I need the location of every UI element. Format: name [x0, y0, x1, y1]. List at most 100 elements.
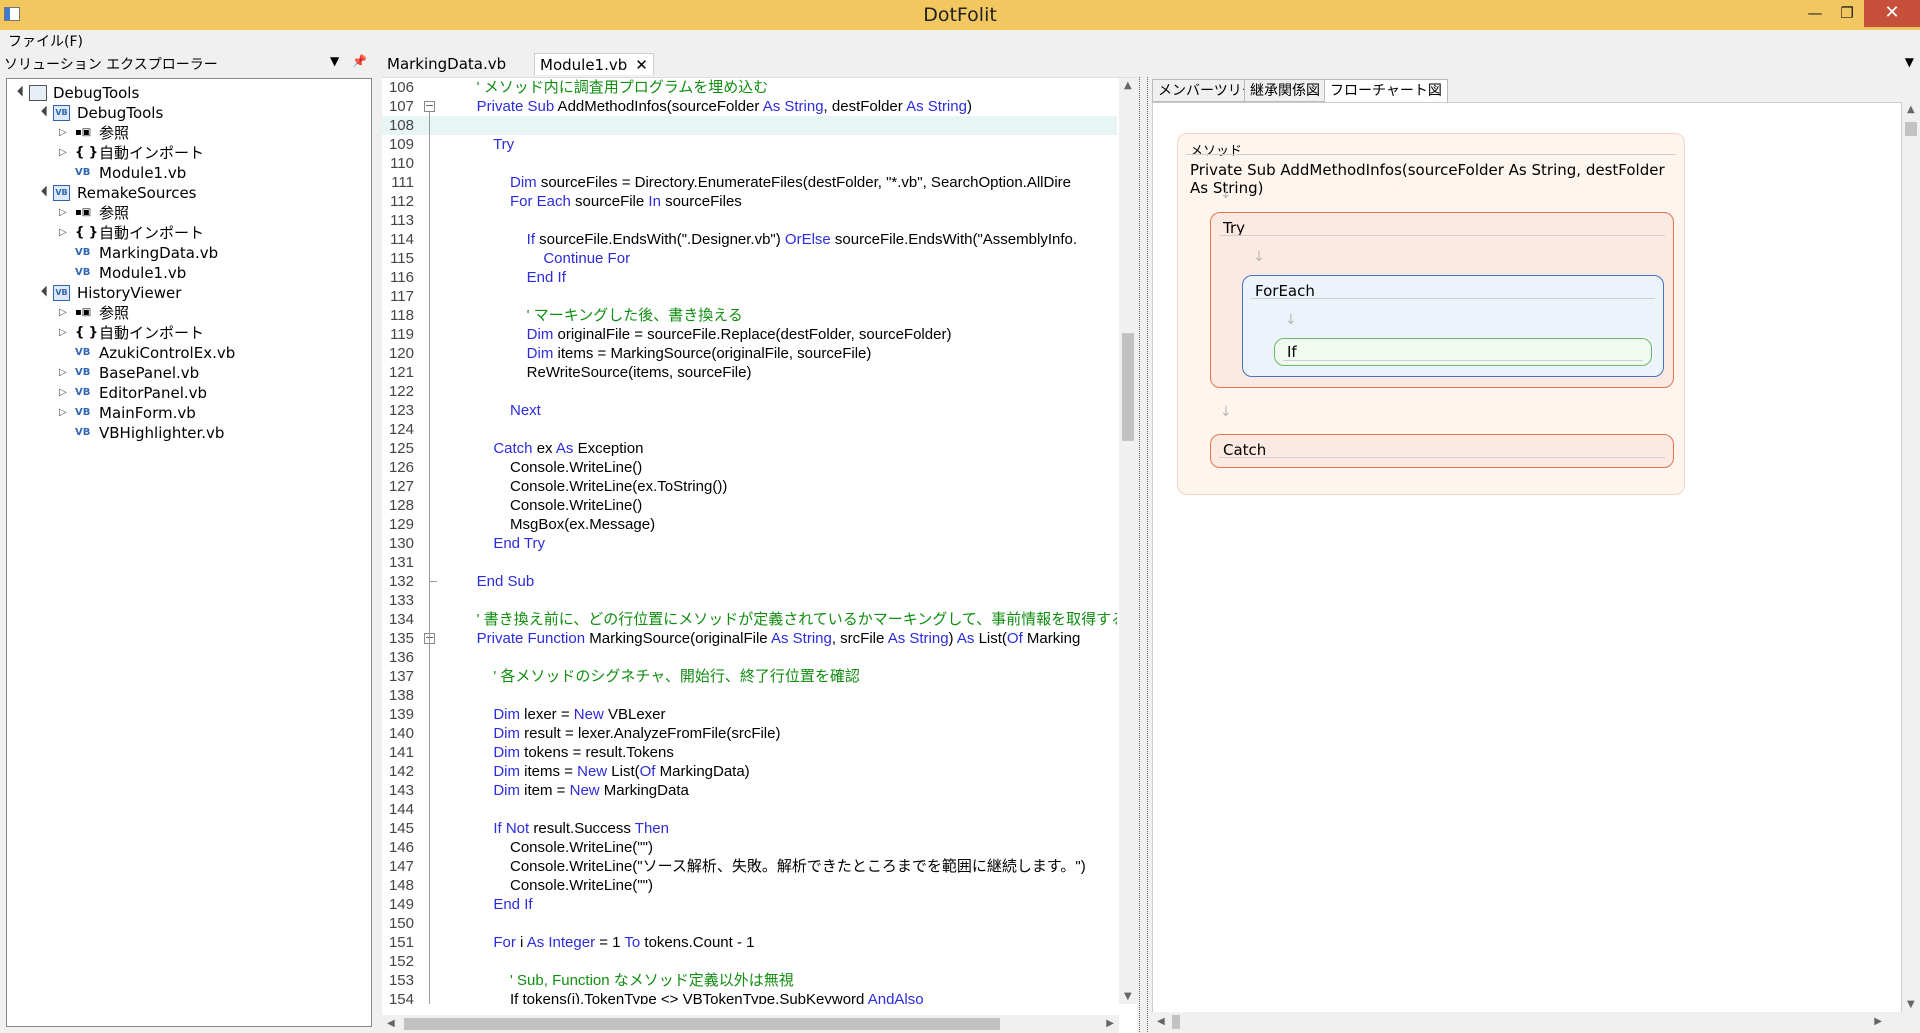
code-line[interactable]: 147 Console.WriteLine("ソース解析、失敗。解析できたところ…	[382, 857, 1117, 876]
code-line[interactable]: 109 Try	[382, 135, 1117, 154]
line-number: 135	[388, 630, 414, 647]
tab-close-icon[interactable]: ✕	[635, 56, 648, 74]
code-line[interactable]: 132 End Sub	[382, 572, 1117, 591]
tab-flowchart[interactable]: フローチャート図	[1324, 79, 1448, 103]
flow-catch-block[interactable]: Catch	[1210, 434, 1674, 468]
code-line[interactable]: 110	[382, 154, 1117, 173]
code-text: End If	[460, 895, 532, 914]
document-list-icon[interactable]: ▼	[1905, 55, 1914, 69]
dropdown-icon[interactable]: ▼	[330, 54, 339, 68]
scroll-down-icon[interactable]: ▼	[1907, 999, 1915, 1010]
code-line[interactable]: 152	[382, 952, 1117, 971]
code-text: Console.WriteLine("")	[460, 876, 653, 895]
flow-if-block[interactable]: If	[1274, 338, 1652, 366]
scroll-thumb[interactable]	[1905, 122, 1917, 136]
collapse-arrow-icon[interactable]: ▷	[59, 303, 73, 323]
minimize-button[interactable]: —	[1798, 0, 1832, 27]
tab-module1[interactable]: Module1.vb ✕	[534, 53, 654, 75]
collapse-arrow-icon[interactable]: ▷	[59, 203, 73, 223]
scroll-thumb[interactable]	[1122, 333, 1134, 441]
collapse-arrow-icon[interactable]: ▷	[59, 223, 73, 243]
tab-inheritance-diagram[interactable]: 継承関係図	[1244, 79, 1326, 102]
scroll-thumb[interactable]	[404, 1018, 1000, 1030]
code-line[interactable]: 130 End Try	[382, 534, 1117, 553]
code-line[interactable]: 150	[382, 914, 1117, 933]
code-line[interactable]: 117	[382, 287, 1117, 306]
close-button[interactable]: ✕	[1864, 0, 1920, 27]
collapse-arrow-icon[interactable]: ▷	[59, 123, 73, 143]
code-line[interactable]: 113	[382, 211, 1117, 230]
code-line[interactable]: 126 Console.WriteLine()	[382, 458, 1117, 477]
code-line[interactable]: 141 Dim tokens = result.Tokens	[382, 743, 1117, 762]
code-line[interactable]: 108	[382, 116, 1117, 135]
code-line[interactable]: 118 ' マーキングした後、書き換える	[382, 306, 1117, 325]
collapse-arrow-icon[interactable]: ▷	[59, 323, 73, 343]
code-line[interactable]: 127 Console.WriteLine(ex.ToString())	[382, 477, 1117, 496]
collapse-arrow-icon[interactable]: ▷	[59, 403, 73, 423]
flow-try-block[interactable]: Try ↓ ForEach ↓ If	[1210, 212, 1674, 388]
scroll-left-icon[interactable]: ◀	[1157, 1016, 1165, 1027]
code-line[interactable]: 151 For i As Integer = 1 To tokens.Count…	[382, 933, 1117, 952]
collapse-arrow-icon[interactable]: ▷	[59, 363, 73, 383]
code-line[interactable]: 112 For Each sourceFile In sourceFiles	[382, 192, 1117, 211]
code-line[interactable]: 138	[382, 686, 1117, 705]
code-line[interactable]: 128 Console.WriteLine()	[382, 496, 1117, 515]
code-line[interactable]: 122	[382, 382, 1117, 401]
flowchart-vertical-scrollbar[interactable]: ▲ ▼	[1902, 102, 1920, 1012]
maximize-button[interactable]: ❐	[1830, 0, 1864, 27]
scroll-right-icon[interactable]: ▶	[1874, 1016, 1882, 1027]
pin-icon[interactable]: 📌	[352, 54, 367, 68]
code-line[interactable]: 111 Dim sourceFiles = Directory.Enumerat…	[382, 173, 1117, 192]
code-line[interactable]: 134 ' 書き換え前に、どの行位置にメソッドが定義されているかマーキングして、…	[382, 610, 1117, 629]
code-line[interactable]: 139 Dim lexer = New VBLexer	[382, 705, 1117, 724]
code-line[interactable]: 148 Console.WriteLine("")	[382, 876, 1117, 895]
code-line[interactable]: 114 If sourceFile.EndsWith(".Designer.vb…	[382, 230, 1117, 249]
code-line[interactable]: 143 Dim item = New MarkingData	[382, 781, 1117, 800]
code-vertical-scrollbar[interactable]: ▲ ▼	[1119, 78, 1137, 1004]
code-line[interactable]: 115 Continue For	[382, 249, 1117, 268]
solution-tree[interactable]: ◢ DebugTools ◢ VB DebugTools ▷ ▪▣ 参照 ▷{ } 自動インポート…	[6, 78, 372, 1027]
collapse-arrow-icon[interactable]: ▷	[59, 383, 73, 403]
code-line[interactable]: 125 Catch ex As Exception	[382, 439, 1117, 458]
code-line[interactable]: 154 If tokens(i).TokenType <> VBTokenTyp…	[382, 990, 1117, 1004]
code-line[interactable]: 116 End If	[382, 268, 1117, 287]
flowchart-horizontal-scrollbar[interactable]: ◀ ▶	[1152, 1012, 1902, 1032]
code-line[interactable]: 133	[382, 591, 1117, 610]
menu-file[interactable]: ファイル(F)	[8, 31, 83, 51]
code-line[interactable]: 149 End If	[382, 895, 1117, 914]
scroll-up-icon[interactable]: ▲	[1907, 104, 1915, 115]
code-line[interactable]: 120 Dim items = MarkingSource(originalFi…	[382, 344, 1117, 363]
flow-foreach-block[interactable]: ForEach ↓ If	[1242, 275, 1664, 377]
collapse-arrow-icon[interactable]: ▷	[59, 143, 73, 163]
code-line[interactable]: 106 ' メソッド内に調査用プログラムを埋め込む	[382, 78, 1117, 97]
scroll-thumb[interactable]	[1172, 1015, 1180, 1029]
code-line[interactable]: 142 Dim items = New List(Of MarkingData)	[382, 762, 1117, 781]
code-line[interactable]: 153 ' Sub, Function なメソッド定義以外は無視	[382, 971, 1117, 990]
code-editor[interactable]: 106 ' メソッド内に調査用プログラムを埋め込む 107 Private Sub…	[382, 77, 1137, 1033]
code-line[interactable]: 124	[382, 420, 1117, 439]
scroll-down-icon[interactable]: ▼	[1124, 991, 1132, 1002]
code-token: As	[555, 440, 574, 457]
flowchart-canvas[interactable]: メソッド Private Sub AddMethodInfos(sourceFo…	[1152, 102, 1902, 1032]
panel-splitter[interactable]	[1139, 77, 1148, 1032]
fold-toggle-icon[interactable]: −	[424, 100, 435, 112]
code-line[interactable]: 121 ReWriteSource(items, sourceFile)	[382, 363, 1117, 382]
scroll-left-icon[interactable]: ◀	[387, 1018, 395, 1029]
code-line[interactable]: 140 Dim result = lexer.AnalyzeFromFile(s…	[382, 724, 1117, 743]
flow-method-block[interactable]: メソッド Private Sub AddMethodInfos(sourceFo…	[1177, 133, 1685, 495]
code-line[interactable]: 119 Dim originalFile = sourceFile.Replac…	[382, 325, 1117, 344]
scroll-right-icon[interactable]: ▶	[1106, 1018, 1114, 1029]
code-line[interactable]: 123 Next	[382, 401, 1117, 420]
tab-markingdata[interactable]: MarkingData.vb	[382, 53, 511, 75]
code-line[interactable]: 145 If Not result.Success Then	[382, 819, 1117, 838]
code-line[interactable]: 136	[382, 648, 1117, 667]
code-line[interactable]: 144	[382, 800, 1117, 819]
code-line[interactable]: 137 ' 各メソッドのシグネチャ、開始行、終了行位置を確認	[382, 667, 1117, 686]
code-line[interactable]: 107 Private Sub AddMethodInfos(sourceFol…	[382, 97, 1117, 116]
code-line[interactable]: 129 MsgBox(ex.Message)	[382, 515, 1117, 534]
code-line[interactable]: 135 Private Function MarkingSource(origi…	[382, 629, 1117, 648]
scroll-up-icon[interactable]: ▲	[1124, 80, 1132, 91]
code-horizontal-scrollbar[interactable]: ◀ ▶	[382, 1015, 1119, 1033]
code-line[interactable]: 146 Console.WriteLine("")	[382, 838, 1117, 857]
code-line[interactable]: 131	[382, 553, 1117, 572]
